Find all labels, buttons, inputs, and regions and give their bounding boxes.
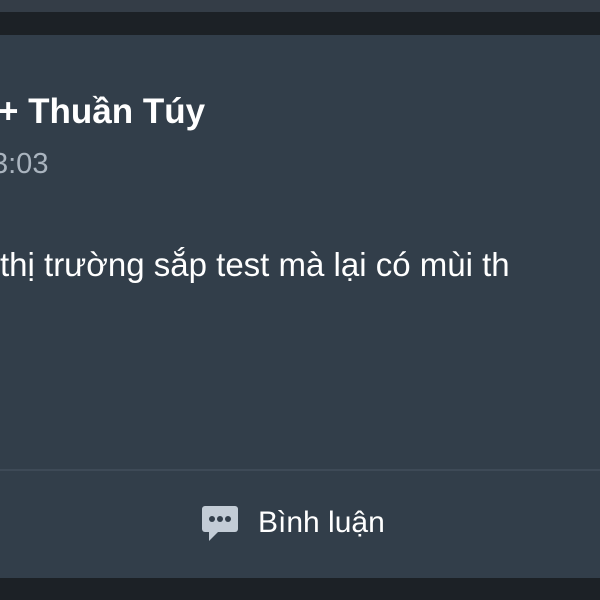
comment-label: Bình luận xyxy=(258,506,385,539)
post-author[interactable]: + Thuần Túy xyxy=(0,92,205,132)
comment-button[interactable]: Bình luận xyxy=(0,471,600,577)
post-text: thị trường sắp test mà lại có mùi th xyxy=(0,246,510,283)
bottom-strip xyxy=(0,578,600,600)
top-strip xyxy=(0,0,600,12)
post-time[interactable]: 3:03 xyxy=(0,147,48,181)
comment-button-content[interactable]: Bình luận xyxy=(200,501,385,545)
speech-bubble-icon xyxy=(200,503,240,543)
